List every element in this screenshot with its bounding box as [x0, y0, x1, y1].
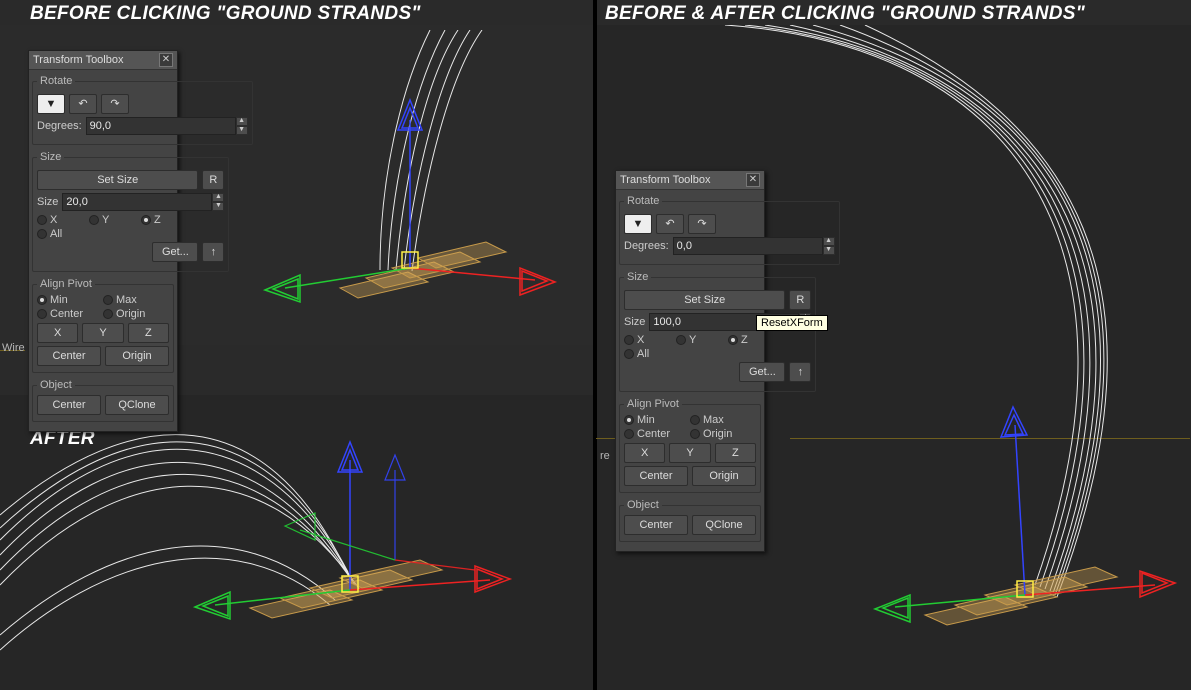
degrees-label: Degrees:: [624, 240, 669, 252]
toolbox-titlebar[interactable]: Transform Toolbox ✕: [29, 51, 177, 70]
caption-before: BEFORE CLICKING "GROUND STRANDS": [30, 3, 421, 25]
align-origin-radio[interactable]: [690, 429, 700, 439]
get-size-button[interactable]: Get...: [152, 242, 198, 262]
align-x-button[interactable]: X: [37, 323, 78, 343]
set-size-button[interactable]: Set Size: [37, 170, 198, 190]
viewport-label: Wire: [2, 342, 25, 354]
arrow-up-button[interactable]: ↑: [202, 242, 224, 262]
axis-x-radio[interactable]: [37, 215, 47, 225]
align-x-button[interactable]: X: [624, 443, 665, 463]
degrees-label: Degrees:: [37, 120, 82, 132]
spin-down-icon[interactable]: ▼: [823, 246, 835, 255]
group-object: Object Center QClone: [32, 379, 174, 422]
toolbox-title: Transform Toolbox: [33, 54, 123, 66]
align-center-radio[interactable]: [37, 309, 47, 319]
object-center-button[interactable]: Center: [624, 515, 688, 535]
align-origin-button[interactable]: Origin: [692, 466, 756, 486]
spin-up-icon[interactable]: ▲: [823, 237, 835, 246]
align-min-radio[interactable]: [624, 415, 634, 425]
rotate-cw-button[interactable]: ↷: [688, 214, 716, 234]
group-align-legend: Align Pivot: [624, 398, 682, 410]
object-qclone-button[interactable]: QClone: [105, 395, 169, 415]
reset-size-button[interactable]: R: [789, 290, 811, 310]
size-spinner[interactable]: ▲▼: [62, 193, 224, 211]
axis-y-radio[interactable]: [676, 335, 686, 345]
set-size-button[interactable]: Set Size: [624, 290, 785, 310]
align-z-button[interactable]: Z: [715, 443, 756, 463]
align-center-radio[interactable]: [624, 429, 634, 439]
rotate-axis-dropdown[interactable]: ▼: [624, 214, 652, 234]
ground-line: [790, 438, 1190, 439]
align-center-button[interactable]: Center: [624, 466, 688, 486]
group-align-pivot: Align Pivot Min Max Center Origin X Y Z …: [32, 278, 174, 373]
group-align-pivot: Align Pivot Min Max Center Origin X Y Z …: [619, 398, 761, 493]
axis-z-radio[interactable]: [728, 335, 738, 345]
axis-x-radio[interactable]: [624, 335, 634, 345]
degrees-input[interactable]: [86, 117, 236, 135]
align-y-button[interactable]: Y: [669, 443, 710, 463]
align-y-button[interactable]: Y: [82, 323, 123, 343]
transform-toolbox-right[interactable]: Transform Toolbox ✕ Rotate ▼ ↶ ↷ Degrees…: [615, 170, 765, 552]
spin-down-icon[interactable]: ▼: [212, 202, 224, 211]
axis-y-radio[interactable]: [89, 215, 99, 225]
group-size-legend: Size: [624, 271, 651, 283]
group-rotate: Rotate ▼ ↶ ↷ Degrees: ▲▼: [32, 75, 253, 145]
size-input[interactable]: [62, 193, 212, 211]
axis-all-radio[interactable]: [624, 349, 634, 359]
spin-up-icon[interactable]: ▲: [236, 117, 248, 126]
spin-down-icon[interactable]: ▼: [236, 126, 248, 135]
viewport-label: re: [600, 450, 610, 462]
align-min-radio[interactable]: [37, 295, 47, 305]
align-z-button[interactable]: Z: [128, 323, 169, 343]
group-object-legend: Object: [37, 379, 75, 391]
toolbox-title: Transform Toolbox: [620, 174, 710, 186]
group-object-legend: Object: [624, 499, 662, 511]
group-rotate: Rotate ▼ ↶ ↷ Degrees: ▲▼: [619, 195, 840, 265]
close-icon[interactable]: ✕: [746, 173, 760, 187]
get-size-button[interactable]: Get...: [739, 362, 785, 382]
group-align-legend: Align Pivot: [37, 278, 95, 290]
group-object: Object Center QClone: [619, 499, 761, 542]
align-center-button[interactable]: Center: [37, 346, 101, 366]
axis-z-radio[interactable]: [141, 215, 151, 225]
group-rotate-legend: Rotate: [624, 195, 662, 207]
spin-up-icon[interactable]: ▲: [212, 193, 224, 202]
vertical-divider: [593, 0, 597, 690]
group-size: Size Set Size R Size ▲▼ X Y Z All Get...: [32, 151, 229, 272]
reset-size-button[interactable]: R: [202, 170, 224, 190]
group-rotate-legend: Rotate: [37, 75, 75, 87]
object-center-button[interactable]: Center: [37, 395, 101, 415]
tooltip-resetxform: ResetXForm: [756, 315, 828, 331]
size-label: Size: [624, 316, 645, 328]
object-qclone-button[interactable]: QClone: [692, 515, 756, 535]
ground-line: [596, 438, 616, 439]
rotate-ccw-button[interactable]: ↶: [656, 214, 684, 234]
degrees-spinner[interactable]: ▲▼: [673, 237, 835, 255]
axis-all-radio[interactable]: [37, 229, 47, 239]
toolbox-titlebar[interactable]: Transform Toolbox ✕: [616, 171, 764, 190]
size-label: Size: [37, 196, 58, 208]
align-origin-button[interactable]: Origin: [105, 346, 169, 366]
degrees-spinner[interactable]: ▲▼: [86, 117, 248, 135]
align-origin-radio[interactable]: [103, 309, 113, 319]
caption-right: BEFORE & AFTER CLICKING "GROUND STRANDS": [605, 3, 1085, 25]
degrees-input[interactable]: [673, 237, 823, 255]
group-size-legend: Size: [37, 151, 64, 163]
rotate-ccw-button[interactable]: ↶: [69, 94, 97, 114]
rotate-axis-dropdown[interactable]: ▼: [37, 94, 65, 114]
group-size: Size Set Size R Size ▲▼ X Y Z All Get...: [619, 271, 816, 392]
transform-toolbox-left[interactable]: Transform Toolbox ✕ Rotate ▼ ↶ ↷ Degrees…: [28, 50, 178, 432]
rotate-cw-button[interactable]: ↷: [101, 94, 129, 114]
close-icon[interactable]: ✕: [159, 53, 173, 67]
arrow-up-button[interactable]: ↑: [789, 362, 811, 382]
align-max-radio[interactable]: [690, 415, 700, 425]
align-max-radio[interactable]: [103, 295, 113, 305]
